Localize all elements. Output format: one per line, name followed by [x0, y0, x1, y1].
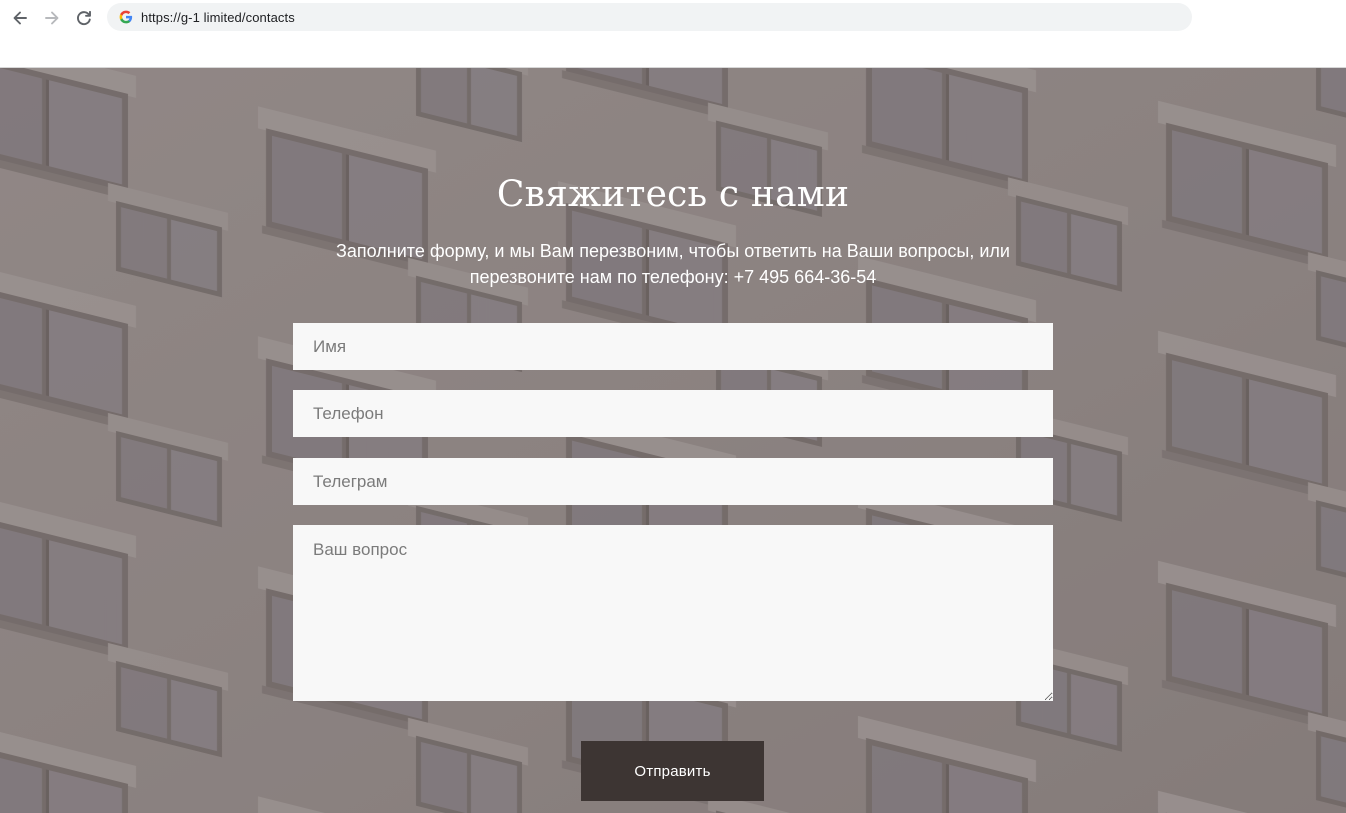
reload-icon	[77, 10, 91, 26]
url-text[interactable]: https://g-1 limited/contacts	[141, 10, 295, 25]
telegram-input[interactable]	[293, 458, 1053, 505]
page-subtitle: Заполните форму, и мы Вам перезвоним, чт…	[336, 241, 1010, 287]
arrow-right-icon	[45, 11, 59, 25]
arrow-left-icon	[13, 11, 27, 25]
submit-button[interactable]: Отправить	[581, 741, 764, 801]
forward-button[interactable]	[40, 6, 64, 30]
reload-button[interactable]	[72, 6, 96, 30]
page-title: Свяжитесь с нами	[496, 174, 850, 215]
name-input[interactable]	[293, 323, 1053, 370]
google-icon	[118, 9, 134, 25]
phone-input[interactable]	[293, 390, 1053, 437]
question-textarea[interactable]	[293, 525, 1053, 701]
address-bar[interactable]: https://g-1 limited/contacts	[107, 3, 1192, 31]
browser-toolbar: https://g-1 limited/contacts	[0, 0, 1346, 68]
contact-section: Свяжитесь с нами Заполните форму, и мы В…	[0, 68, 1346, 813]
back-button[interactable]	[8, 6, 32, 30]
